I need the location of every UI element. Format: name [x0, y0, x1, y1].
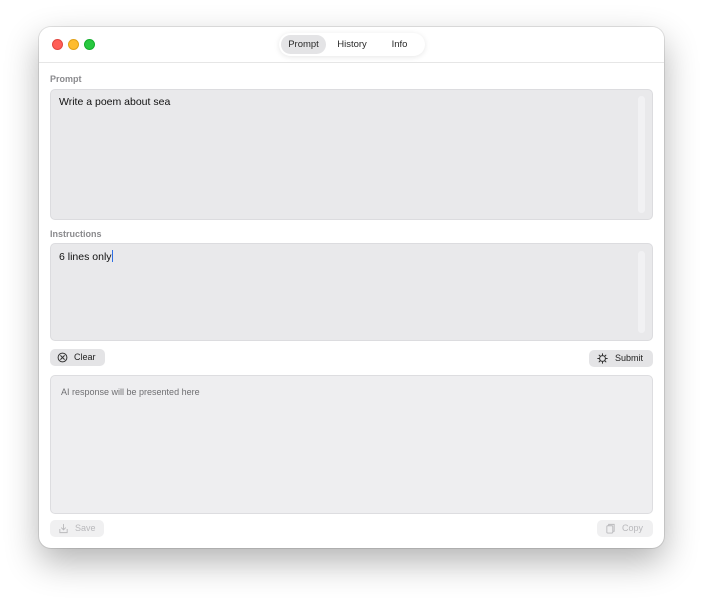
save-icon	[59, 523, 68, 534]
tab-info[interactable]: Info	[378, 35, 421, 54]
copy-icon	[606, 523, 615, 534]
instructions-scrollbar[interactable]	[638, 251, 645, 333]
clear-button-label: Clear	[74, 352, 96, 362]
prompt-text: Write a poem about sea	[59, 96, 171, 108]
response-area: AI response will be presented here	[50, 375, 653, 514]
save-button[interactable]: Save	[50, 520, 104, 537]
copy-button[interactable]: Copy	[597, 520, 653, 537]
app-window: Prompt History Info Prompt Write a poem …	[39, 27, 664, 548]
gear-icon	[597, 353, 608, 364]
submit-button[interactable]: Submit	[589, 350, 653, 367]
minimize-window-button[interactable]	[68, 39, 79, 50]
text-caret	[111, 250, 113, 262]
instructions-text-area[interactable]: 6 lines only	[50, 243, 653, 341]
instructions-text: 6 lines only	[59, 251, 112, 263]
clear-circle-icon	[57, 352, 68, 363]
tab-switcher: Prompt History Info	[279, 33, 425, 56]
tab-history[interactable]: History	[329, 35, 375, 54]
title-bar: Prompt History Info	[39, 27, 664, 63]
prompt-text-area[interactable]: Write a poem about sea	[50, 89, 653, 220]
tab-prompt[interactable]: Prompt	[281, 35, 326, 54]
instructions-label: Instructions	[50, 229, 102, 239]
maximize-window-button[interactable]	[84, 39, 95, 50]
prompt-label: Prompt	[50, 74, 82, 84]
close-window-button[interactable]	[52, 39, 63, 50]
submit-button-label: Submit	[615, 353, 644, 363]
response-placeholder: AI response will be presented here	[61, 387, 200, 397]
copy-button-label: Copy	[622, 523, 644, 533]
clear-button[interactable]: Clear	[50, 349, 105, 366]
save-button-label: Save	[75, 523, 96, 533]
prompt-scrollbar[interactable]	[638, 96, 645, 213]
instructions-text-wrap: 6 lines only	[59, 250, 113, 263]
